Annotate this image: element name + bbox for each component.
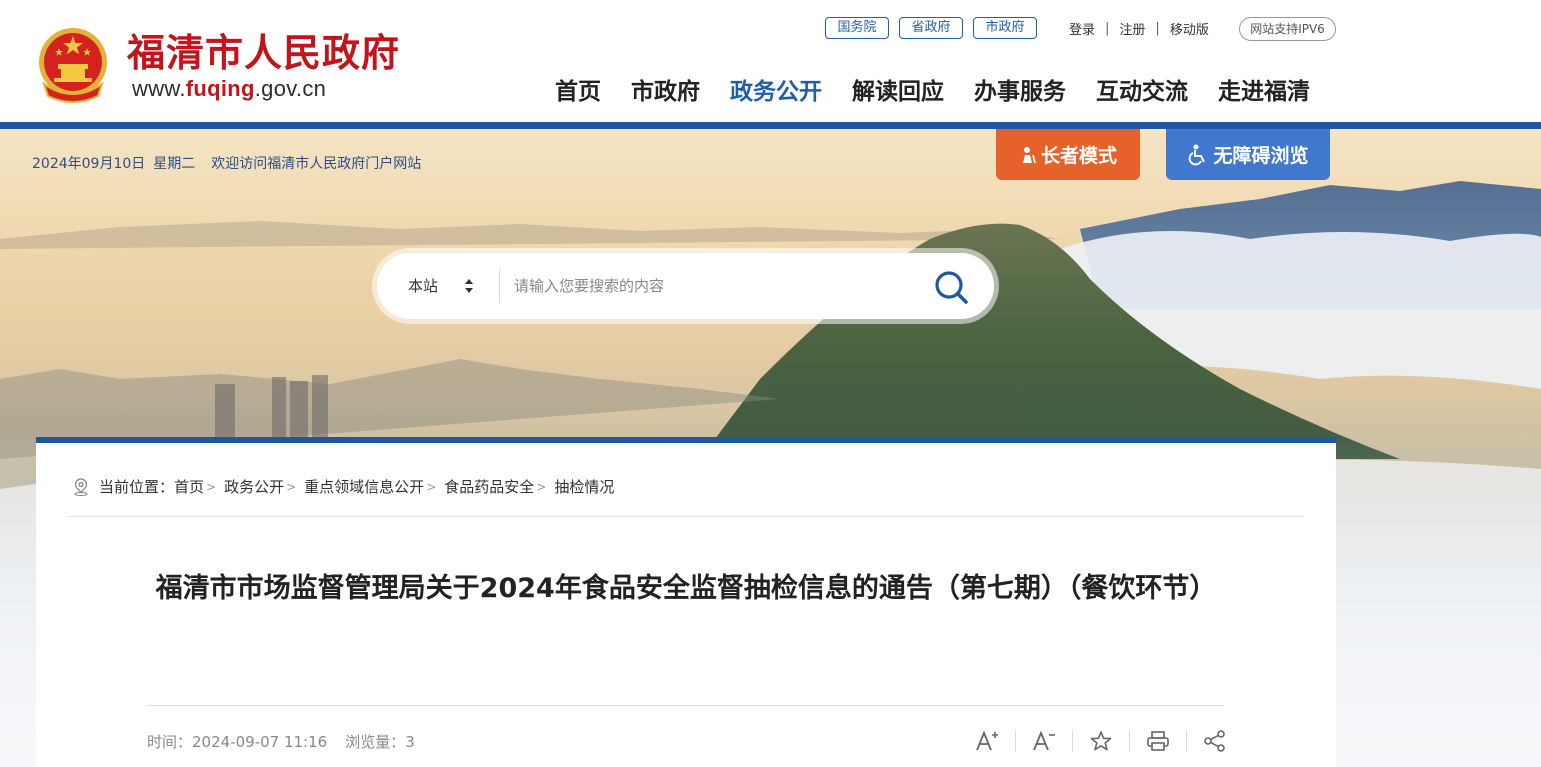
breadcrumb-separator: > xyxy=(536,479,547,494)
site-header: 福清市人民政府 www.fuqing.gov.cn 国务院 省政府 市政府 登录… xyxy=(0,0,1541,122)
gov-link-state-council[interactable]: 国务院 xyxy=(825,17,889,39)
star-icon[interactable] xyxy=(1088,728,1114,754)
domain-suffix: .gov.cn xyxy=(254,76,327,101)
gov-link-province[interactable]: 省政府 xyxy=(899,17,963,39)
location-pin-icon xyxy=(74,477,88,496)
divider xyxy=(499,269,500,303)
current-date: 2024年09月10日 xyxy=(32,156,146,172)
header-divider-bar xyxy=(0,122,1541,129)
accessibility-label: 无障碍浏览 xyxy=(1213,145,1309,167)
divider xyxy=(1015,730,1016,752)
article-title: 福清市市场监督管理局关于2024年食品安全监督抽检信息的通告（第七期）（餐饮环节… xyxy=(155,573,1217,604)
breadcrumb-food-drug[interactable]: 食品药品安全 xyxy=(444,476,534,497)
main-nav: 首页 市政府 政务公开 解读回应 办事服务 互动交流 走进福清 xyxy=(555,72,1310,106)
gov-links: 国务院 省政府 市政府 xyxy=(825,17,1037,39)
elder-mode-button[interactable]: 长者模式 xyxy=(996,129,1140,180)
search-box: 本站 xyxy=(377,253,994,319)
site-domain: www.fuqing.gov.cn xyxy=(132,76,326,102)
mobile-version-link[interactable]: 移动版 xyxy=(1170,19,1209,38)
divider xyxy=(1186,730,1187,752)
user-links: 登录 | 注册 | 移动版 xyxy=(1069,19,1209,38)
welcome-text: 欢迎访问福清市人民政府门户网站 xyxy=(211,156,422,172)
wheelchair-icon xyxy=(1189,144,1206,165)
register-link[interactable]: 注册 xyxy=(1119,19,1145,38)
elder-icon xyxy=(1022,146,1036,163)
accessibility-button[interactable]: 无障碍浏览 xyxy=(1166,129,1330,180)
divider xyxy=(1129,730,1130,752)
divider xyxy=(146,705,1224,706)
divider xyxy=(68,516,1304,517)
domain-prefix: www. xyxy=(132,76,186,101)
sort-arrows-icon[interactable] xyxy=(463,276,475,296)
views-label: 浏览量： xyxy=(345,733,406,751)
search-scope-select[interactable]: 本站 xyxy=(408,275,438,296)
breadcrumb-inspection[interactable]: 抽检情况 xyxy=(554,476,614,497)
breadcrumb-key-areas[interactable]: 重点领域信息公开 xyxy=(304,476,424,497)
current-weekday: 星期二 xyxy=(153,156,196,172)
breadcrumb-label: 当前位置： xyxy=(99,478,175,496)
divider: | xyxy=(1105,21,1110,36)
gov-link-city[interactable]: 市政府 xyxy=(973,17,1037,39)
nav-interaction[interactable]: 互动交流 xyxy=(1096,72,1188,106)
breadcrumb-separator: > xyxy=(286,479,297,494)
view-count: 3 xyxy=(405,733,415,751)
share-icon[interactable] xyxy=(1202,728,1228,754)
breadcrumb-separator: > xyxy=(426,479,437,494)
ipv6-badge: 网站支持IPV6 xyxy=(1239,17,1336,41)
elder-mode-label: 长者模式 xyxy=(1040,145,1117,167)
login-link[interactable]: 登录 xyxy=(1069,19,1095,38)
breadcrumb-gov-affairs[interactable]: 政务公开 xyxy=(224,476,284,497)
article-tools xyxy=(974,728,1228,754)
article-panel: 当前位置： 首页 > 政务公开 > 重点领域信息公开 > 食品药品安全 > 抽检… xyxy=(36,437,1336,767)
nav-interpretation[interactable]: 解读回应 xyxy=(852,72,944,106)
nav-home[interactable]: 首页 xyxy=(555,72,601,106)
search-icon[interactable] xyxy=(933,269,969,305)
breadcrumb: 当前位置： 首页 > 政务公开 > 重点领域信息公开 > 食品药品安全 > 抽检… xyxy=(73,476,614,497)
divider xyxy=(1072,730,1073,752)
divider: | xyxy=(1155,21,1160,36)
search-input[interactable] xyxy=(514,271,894,301)
article-meta: 时间：2024-09-07 11:16 浏览量：3 xyxy=(147,731,415,752)
domain-highlight: fuqing xyxy=(185,76,255,101)
breadcrumb-separator: > xyxy=(206,479,217,494)
print-icon[interactable] xyxy=(1145,728,1171,754)
nav-about-fuqing[interactable]: 走进福清 xyxy=(1218,72,1310,106)
breadcrumb-home[interactable]: 首页 xyxy=(174,476,204,497)
national-emblem-icon[interactable] xyxy=(36,24,110,104)
font-increase-icon[interactable] xyxy=(974,728,1000,754)
site-title[interactable]: 福清市人民政府 xyxy=(127,22,400,77)
date-line: 2024年09月10日 星期二 欢迎访问福清市人民政府门户网站 xyxy=(32,153,421,173)
font-decrease-icon[interactable] xyxy=(1031,728,1057,754)
time-label: 时间： xyxy=(147,733,193,751)
nav-services[interactable]: 办事服务 xyxy=(974,72,1066,106)
nav-city-gov[interactable]: 市政府 xyxy=(631,72,700,106)
nav-gov-affairs[interactable]: 政务公开 xyxy=(730,72,822,106)
publish-time: 2024-09-07 11:16 xyxy=(192,733,328,751)
